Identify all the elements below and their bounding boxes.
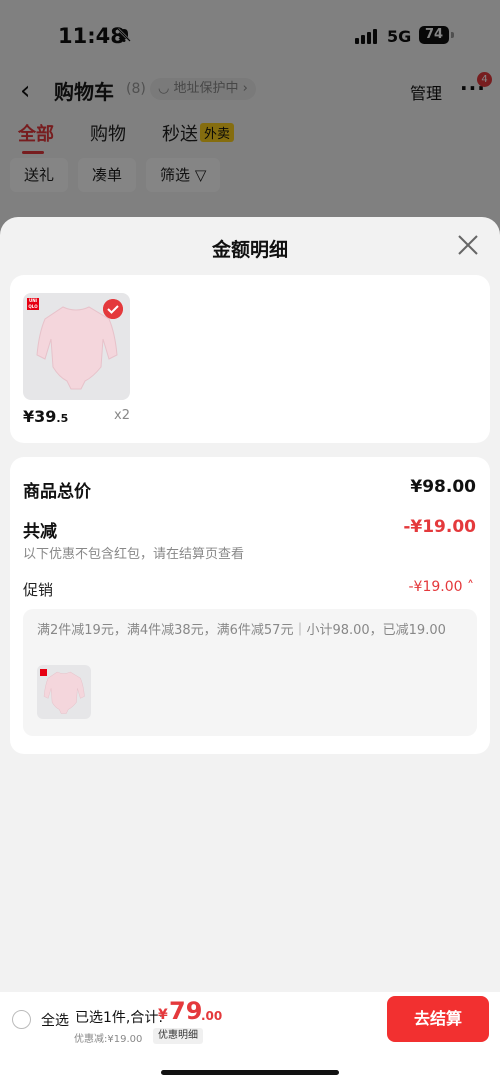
brand-logo: UNI QLO — [27, 298, 39, 310]
brand-logo-small — [40, 669, 47, 676]
amount-detail-sheet: 金额明细 UNI QLO ¥39.5 x2 商品总价 ¥98.00 共减 -¥19… — [0, 217, 500, 992]
total-symbol: ¥ — [158, 1007, 168, 1023]
reduce-label: 共减 — [23, 522, 57, 542]
discount-note: 以下优惠不包含红包，请在结算页查看 — [23, 547, 245, 562]
total-decimal: .00 — [201, 1009, 223, 1023]
promo-value: -¥19.00 — [408, 579, 463, 595]
total-label: 商品总价 — [23, 482, 91, 502]
price-integer: 39 — [34, 407, 57, 426]
promo-rule-text: 满2件减19元，满4件减38元，满6件减57元｜小计98.00，已减19.00 — [37, 623, 446, 638]
price-decimal: .5 — [56, 412, 69, 425]
sheet-title: 金额明细 — [211, 239, 288, 261]
select-all-label[interactable]: 全选 — [41, 1010, 69, 1030]
total-value: ¥98.00 — [410, 477, 476, 497]
close-icon[interactable] — [454, 231, 482, 259]
promo-label: 促销 — [23, 581, 54, 599]
checked-icon[interactable] — [103, 299, 123, 319]
selected-products-card: UNI QLO ¥39.5 x2 — [10, 275, 490, 443]
select-all-radio[interactable] — [12, 1010, 31, 1029]
chevron-up-icon: ˄ — [467, 579, 474, 595]
product-price: ¥39.5 — [23, 407, 68, 426]
discount-detail-button[interactable]: 优惠明细 — [153, 1028, 203, 1044]
selected-summary: 已选1件,合计: — [75, 1010, 164, 1026]
promo-product-thumbnail — [37, 665, 91, 719]
total-integer: 79 — [169, 997, 203, 1025]
checkout-button[interactable]: 去结算 — [387, 996, 489, 1042]
product-quantity: x2 — [114, 408, 130, 423]
discount-summary: 优惠减:¥19.00 — [74, 1034, 143, 1045]
product-image[interactable]: UNI QLO — [23, 293, 130, 400]
price-symbol: ¥ — [23, 407, 35, 426]
price-detail-card: 商品总价 ¥98.00 共减 -¥19.00 以下优惠不包含红包，请在结算页查看… — [10, 457, 490, 754]
home-indicator-area — [0, 1047, 500, 1085]
promo-detail-box: 满2件减19元，满4件减38元，满6件减57元｜小计98.00，已减19.00 — [23, 609, 477, 736]
checkout-bar: 全选 已选1件,合计: ¥ 79 .00 优惠减:¥19.00 优惠明细 去结算 — [0, 992, 500, 1047]
reduce-value: -¥19.00 — [403, 517, 476, 537]
home-indicator[interactable] — [161, 1070, 339, 1075]
promo-toggle[interactable]: -¥19.00 ˄ — [409, 579, 475, 595]
